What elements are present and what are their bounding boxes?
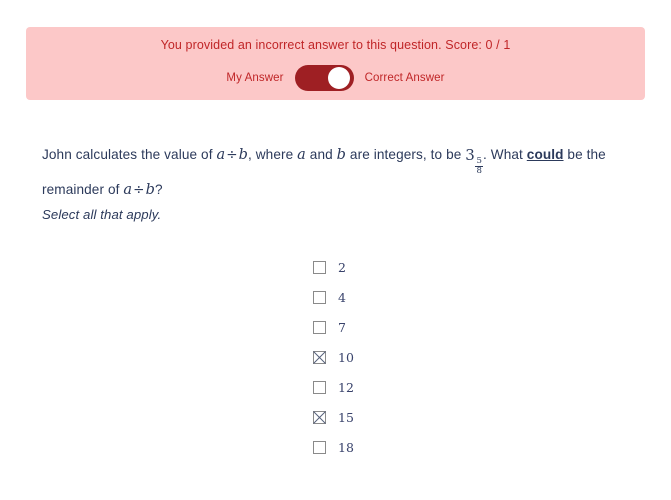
checkbox-checked-icon[interactable] (313, 350, 326, 364)
fraction: 58 (475, 156, 484, 177)
answer-toggle-row: My Answer Correct Answer (226, 65, 444, 91)
answer-option-label: 2 (338, 259, 346, 275)
my-answer-label[interactable]: My Answer (226, 72, 283, 84)
result-headline: You provided an incorrect answer to this… (160, 38, 511, 52)
math-var-b-3: b (145, 181, 155, 198)
answer-option-label: 4 (338, 289, 346, 305)
question-segment-2: , where (248, 147, 298, 162)
math-divide-icon-2: ÷ (133, 181, 145, 198)
math-var-b: b (238, 147, 249, 163)
checkbox-unchecked-icon[interactable] (313, 260, 326, 274)
answer-option-row[interactable]: 10 (313, 342, 354, 372)
instruction-text: Select all that apply. (42, 207, 162, 222)
question-segment-3: are integers, to be (346, 147, 466, 162)
question-segment-5: be (563, 147, 583, 162)
math-var-a-2: a (297, 147, 306, 163)
answer-option-label: 10 (338, 349, 354, 365)
math-var-b-2: b (336, 147, 347, 163)
answer-option-label: 12 (338, 379, 354, 395)
toggle-knob-icon (327, 67, 350, 89)
checkbox-unchecked-icon[interactable] (313, 440, 326, 454)
math-var-a: a (216, 147, 226, 163)
answer-option-row[interactable]: 2 (313, 252, 354, 282)
math-var-a-3: a (123, 181, 133, 198)
mixed-number-whole: 3 (465, 146, 475, 164)
correct-answer-label[interactable]: Correct Answer (365, 72, 445, 84)
answer-option-row[interactable]: 7 (313, 312, 354, 342)
fraction-numerator: 5 (476, 156, 483, 167)
result-banner: You provided an incorrect answer to this… (26, 27, 645, 100)
question-segment-4: . What (483, 147, 527, 162)
answer-option-row[interactable]: 15 (313, 402, 354, 432)
question-segment-1: John calculates the value of (42, 147, 217, 162)
question-segment-and: and (305, 147, 337, 162)
checkbox-unchecked-icon[interactable] (313, 320, 326, 334)
answer-option-list: 2 4 7 10 12 15 18 (313, 252, 354, 462)
answer-option-row[interactable]: 18 (313, 432, 354, 462)
answer-option-label: 7 (338, 319, 346, 335)
answer-option-label: 18 (338, 439, 354, 455)
emphasis-could: could (526, 147, 564, 162)
checkbox-unchecked-icon[interactable] (313, 380, 326, 394)
math-divide-icon: ÷ (226, 147, 238, 163)
question-segment-7: ? (154, 181, 163, 197)
answer-option-row[interactable]: 4 (313, 282, 354, 312)
question-text: John calculates the value of a÷b, where … (42, 142, 624, 203)
answer-option-row[interactable]: 12 (313, 372, 354, 402)
fraction-denominator: 8 (475, 166, 484, 177)
answer-view-toggle[interactable] (294, 65, 354, 91)
answer-option-label: 15 (338, 409, 354, 425)
checkbox-checked-icon[interactable] (313, 410, 326, 424)
checkbox-unchecked-icon[interactable] (313, 290, 326, 304)
mixed-number: 358 (465, 142, 484, 177)
